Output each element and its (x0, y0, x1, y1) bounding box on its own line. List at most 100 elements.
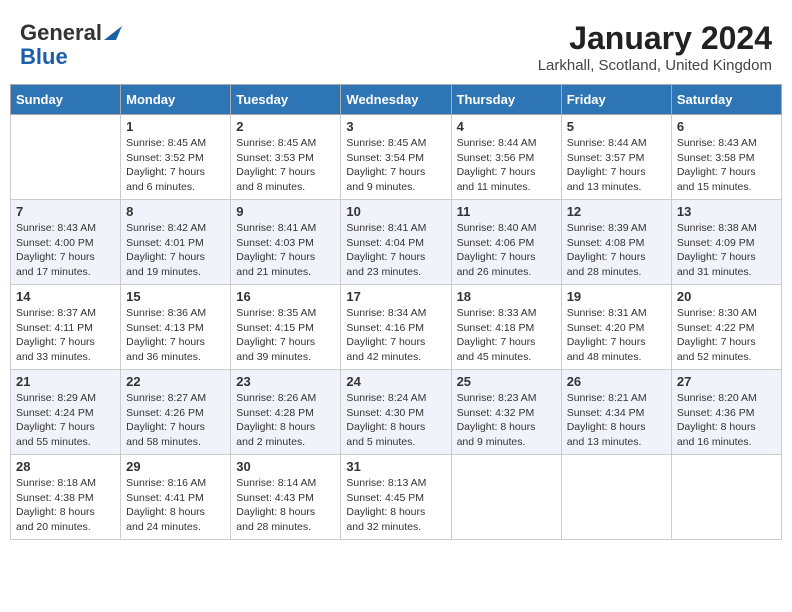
day-number: 26 (567, 374, 666, 389)
calendar-day-cell: 28Sunrise: 8:18 AM Sunset: 4:38 PM Dayli… (11, 455, 121, 540)
calendar-day-cell: 15 Sunrise: 8:36 AM Sunset: 4:13 PM Dayli… (121, 285, 231, 370)
calendar-day-cell: 26 Sunrise: 8:21 AM Sunset: 4:34 PM Dayli… (561, 370, 671, 455)
day-info: Sunrise: 8:43 AM Sunset: 3:58 PM Dayligh… (677, 136, 776, 195)
calendar-header-row: SundayMondayTuesdayWednesdayThursdayFrid… (11, 85, 782, 115)
calendar-day-header: Friday (561, 85, 671, 115)
calendar-day-header: Saturday (671, 85, 781, 115)
calendar-day-cell: 7 Sunrise: 8:43 AM Sunset: 4:00 PM Daylig… (11, 200, 121, 285)
day-info: Sunrise: 8:37 AM Sunset: 4:11 PM Dayligh… (16, 306, 115, 365)
calendar-day-cell: 12 Sunrise: 8:39 AM Sunset: 4:08 PM Dayli… (561, 200, 671, 285)
calendar-day-cell: 29Sunrise: 8:16 AM Sunset: 4:41 PM Dayli… (121, 455, 231, 540)
day-info: Sunrise: 8:34 AM Sunset: 4:16 PM Dayligh… (346, 306, 445, 365)
calendar-week-row: 1 Sunrise: 8:45 AM Sunset: 3:52 PM Daylig… (11, 115, 782, 200)
calendar-week-row: 14 Sunrise: 8:37 AM Sunset: 4:11 PM Dayli… (11, 285, 782, 370)
calendar-day-cell: 27 Sunrise: 8:20 AM Sunset: 4:36 PM Dayli… (671, 370, 781, 455)
day-number: 31 (346, 459, 445, 474)
day-number: 6 (677, 119, 776, 134)
day-info: Sunrise: 8:35 AM Sunset: 4:15 PM Dayligh… (236, 306, 335, 365)
day-number: 4 (457, 119, 556, 134)
calendar-day-cell: 14 Sunrise: 8:37 AM Sunset: 4:11 PM Dayli… (11, 285, 121, 370)
month-title: January 2024 (538, 20, 772, 57)
day-number: 23 (236, 374, 335, 389)
calendar-day-cell (561, 455, 671, 540)
day-info: Sunrise: 8:27 AM Sunset: 4:26 PM Dayligh… (126, 391, 225, 450)
calendar-day-cell: 23Sunrise: 8:26 AM Sunset: 4:28 PM Dayli… (231, 370, 341, 455)
calendar-day-cell: 5Sunrise: 8:44 AM Sunset: 3:57 PM Daylig… (561, 115, 671, 200)
day-number: 1 (126, 119, 225, 134)
day-number: 21 (16, 374, 115, 389)
day-number: 17 (346, 289, 445, 304)
calendar-day-cell: 17 Sunrise: 8:34 AM Sunset: 4:16 PM Dayli… (341, 285, 451, 370)
day-number: 29 (126, 459, 225, 474)
title-section: January 2024 Larkhall, Scotland, United … (538, 20, 772, 74)
logo-general-text: General (20, 20, 102, 46)
day-number: 24 (346, 374, 445, 389)
day-number: 7 (16, 204, 115, 219)
day-number: 9 (236, 204, 335, 219)
day-info: Sunrise: 8:44 AM Sunset: 3:56 PM Dayligh… (457, 136, 556, 195)
calendar-day-cell (451, 455, 561, 540)
calendar-day-header: Monday (121, 85, 231, 115)
day-number: 28 (16, 459, 115, 474)
calendar-day-cell: 6 Sunrise: 8:43 AM Sunset: 3:58 PM Daylig… (671, 115, 781, 200)
day-info: Sunrise: 8:40 AM Sunset: 4:06 PM Dayligh… (457, 221, 556, 280)
calendar-day-cell: 8 Sunrise: 8:42 AM Sunset: 4:01 PM Daylig… (121, 200, 231, 285)
day-number: 3 (346, 119, 445, 134)
calendar-week-row: 7 Sunrise: 8:43 AM Sunset: 4:00 PM Daylig… (11, 200, 782, 285)
calendar-day-cell: 24Sunrise: 8:24 AM Sunset: 4:30 PM Dayli… (341, 370, 451, 455)
day-info: Sunrise: 8:21 AM Sunset: 4:34 PM Dayligh… (567, 391, 666, 450)
day-number: 11 (457, 204, 556, 219)
calendar-day-cell: 31 Sunrise: 8:13 AM Sunset: 4:45 PM Dayli… (341, 455, 451, 540)
day-info: Sunrise: 8:45 AM Sunset: 3:52 PM Dayligh… (126, 136, 225, 195)
day-number: 8 (126, 204, 225, 219)
day-info: Sunrise: 8:20 AM Sunset: 4:36 PM Dayligh… (677, 391, 776, 450)
calendar-day-cell (671, 455, 781, 540)
day-info: Sunrise: 8:23 AM Sunset: 4:32 PM Dayligh… (457, 391, 556, 450)
location-subtitle: Larkhall, Scotland, United Kingdom (538, 57, 772, 74)
day-number: 27 (677, 374, 776, 389)
calendar-day-cell: 19Sunrise: 8:31 AM Sunset: 4:20 PM Dayli… (561, 285, 671, 370)
day-number: 25 (457, 374, 556, 389)
day-info: Sunrise: 8:33 AM Sunset: 4:18 PM Dayligh… (457, 306, 556, 365)
page-header: General Blue January 2024 Larkhall, Scot… (10, 10, 782, 79)
logo: General Blue (20, 20, 122, 70)
calendar-day-cell: 18Sunrise: 8:33 AM Sunset: 4:18 PM Dayli… (451, 285, 561, 370)
day-number: 15 (126, 289, 225, 304)
day-info: Sunrise: 8:36 AM Sunset: 4:13 PM Dayligh… (126, 306, 225, 365)
day-info: Sunrise: 8:43 AM Sunset: 4:00 PM Dayligh… (16, 221, 115, 280)
day-info: Sunrise: 8:29 AM Sunset: 4:24 PM Dayligh… (16, 391, 115, 450)
calendar-day-cell: 10 Sunrise: 8:41 AM Sunset: 4:04 PM Dayli… (341, 200, 451, 285)
calendar-day-cell: 16 Sunrise: 8:35 AM Sunset: 4:15 PM Dayli… (231, 285, 341, 370)
calendar-day-cell: 13Sunrise: 8:38 AM Sunset: 4:09 PM Dayli… (671, 200, 781, 285)
day-info: Sunrise: 8:42 AM Sunset: 4:01 PM Dayligh… (126, 221, 225, 280)
day-number: 13 (677, 204, 776, 219)
day-number: 12 (567, 204, 666, 219)
day-info: Sunrise: 8:13 AM Sunset: 4:45 PM Dayligh… (346, 476, 445, 535)
calendar-day-header: Thursday (451, 85, 561, 115)
calendar-day-header: Wednesday (341, 85, 451, 115)
day-info: Sunrise: 8:45 AM Sunset: 3:53 PM Dayligh… (236, 136, 335, 195)
day-number: 20 (677, 289, 776, 304)
day-info: Sunrise: 8:31 AM Sunset: 4:20 PM Dayligh… (567, 306, 666, 365)
day-number: 14 (16, 289, 115, 304)
calendar-day-cell: 4 Sunrise: 8:44 AM Sunset: 3:56 PM Daylig… (451, 115, 561, 200)
day-info: Sunrise: 8:14 AM Sunset: 4:43 PM Dayligh… (236, 476, 335, 535)
day-number: 10 (346, 204, 445, 219)
logo-bird-icon (104, 26, 122, 40)
calendar-day-header: Sunday (11, 85, 121, 115)
calendar-table: SundayMondayTuesdayWednesdayThursdayFrid… (10, 84, 782, 540)
calendar-week-row: 28Sunrise: 8:18 AM Sunset: 4:38 PM Dayli… (11, 455, 782, 540)
day-number: 2 (236, 119, 335, 134)
day-number: 16 (236, 289, 335, 304)
day-info: Sunrise: 8:44 AM Sunset: 3:57 PM Dayligh… (567, 136, 666, 195)
calendar-day-cell: 20Sunrise: 8:30 AM Sunset: 4:22 PM Dayli… (671, 285, 781, 370)
day-info: Sunrise: 8:41 AM Sunset: 4:03 PM Dayligh… (236, 221, 335, 280)
calendar-day-cell: 1 Sunrise: 8:45 AM Sunset: 3:52 PM Daylig… (121, 115, 231, 200)
logo-blue-text: Blue (20, 44, 68, 69)
calendar-day-cell: 3Sunrise: 8:45 AM Sunset: 3:54 PM Daylig… (341, 115, 451, 200)
day-info: Sunrise: 8:39 AM Sunset: 4:08 PM Dayligh… (567, 221, 666, 280)
calendar-day-cell: 30Sunrise: 8:14 AM Sunset: 4:43 PM Dayli… (231, 455, 341, 540)
day-number: 22 (126, 374, 225, 389)
day-info: Sunrise: 8:41 AM Sunset: 4:04 PM Dayligh… (346, 221, 445, 280)
calendar-day-cell: 9 Sunrise: 8:41 AM Sunset: 4:03 PM Daylig… (231, 200, 341, 285)
